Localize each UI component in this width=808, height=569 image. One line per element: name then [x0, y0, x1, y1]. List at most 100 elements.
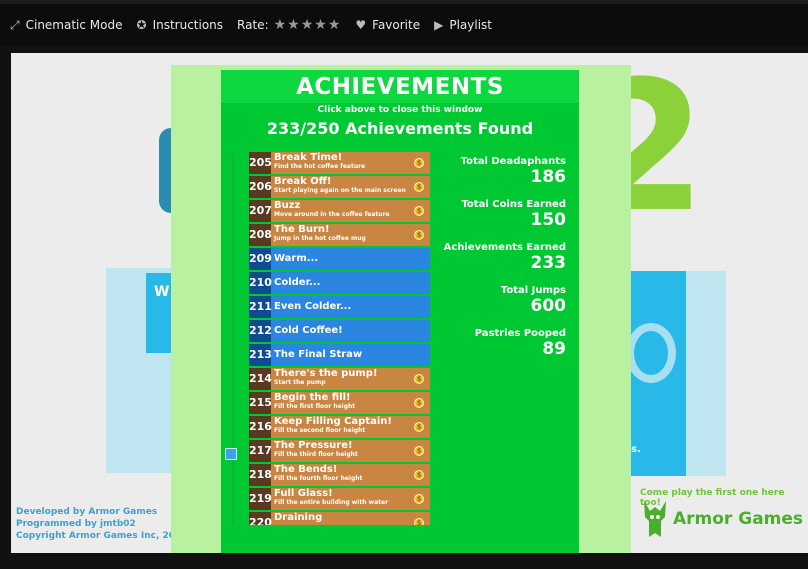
achievement-number: 210 [249, 272, 272, 294]
stat-value: 600 [530, 296, 567, 316]
rate-label: Rate: [237, 18, 269, 32]
playlist-button[interactable]: ▶ Playlist [434, 18, 492, 32]
achievement-number: 211 [249, 296, 272, 318]
achievement-text: The Pressure! Fill the third floor height [271, 440, 414, 462]
achievement-number: 215 [249, 392, 272, 414]
coin-icon: $ [414, 398, 424, 408]
stat-label: Total Jumps [500, 285, 566, 296]
coin-icon: $ [414, 158, 424, 168]
armor-games-icon [644, 501, 666, 537]
achievement-text: There's the pump! Start the pump [271, 368, 414, 390]
gamepad-icon: ✪ [136, 18, 147, 32]
play-icon: ▶ [434, 18, 444, 32]
achievement-description: Fill the first floor height [274, 403, 356, 410]
achievement-title: The Final Straw [274, 349, 363, 360]
achievement-row: 215 Begin the fill! Fill the first floor h… [249, 392, 430, 414]
achievement-text: Buzz Move around in the coffee feature [271, 200, 414, 222]
achievement-text: Break Off! Start playing again on the mai… [271, 176, 414, 198]
achievement-title: Break Time! [274, 152, 343, 163]
game-canvas[interactable]: 2 W ps. Developed by Armor Games Program… [11, 53, 808, 553]
achievement-title: Begin the fill! [274, 392, 351, 403]
credit-copyright: Copyright Armor Games Inc, 2010 [16, 531, 188, 541]
coin-icon: $ [414, 422, 424, 432]
background-left-panel-letter: W [154, 284, 170, 300]
achievement-title: Full Glass! [274, 488, 333, 499]
achievement-text: Full Glass! Fill the entire building with… [271, 488, 414, 510]
achievement-row: 212 Cold Coffee! [249, 320, 430, 342]
achievement-title: Keep Filling Captain! [274, 416, 392, 427]
stat-value: 186 [530, 167, 567, 187]
coin-icon: $ [414, 518, 424, 525]
coin-icon: $ [414, 470, 424, 480]
stat-value: 150 [530, 210, 567, 230]
achievement-title: The Pressure! [274, 440, 353, 451]
mug-icon [626, 323, 676, 383]
coin-icon: $ [414, 182, 424, 192]
achievement-text: Begin the fill! Fill the first floor heig… [271, 392, 414, 414]
achievement-title: There's the pump! [274, 368, 378, 379]
achievement-text: Draining [271, 512, 414, 525]
toolbar: ⤢ Cinematic Mode ✪ Instructions Rate: ★★… [0, 0, 808, 46]
close-hint: Click above to close this window [317, 105, 483, 115]
achievement-title: Cold Coffee! [274, 325, 343, 336]
achievement-number: 209 [249, 248, 272, 270]
achievement-title: The Burn! [274, 224, 330, 235]
favorite-button[interactable]: ♥ Favorite [355, 18, 420, 32]
coin-icon: $ [414, 374, 424, 384]
achievement-number: 205 [249, 152, 272, 174]
achievement-row: 209 Warm... [249, 248, 430, 270]
achievement-row: 217 The Pressure! Fill the third floor hei… [249, 440, 430, 462]
achievement-text: The Bends! Fill the fourth floor height [271, 464, 414, 486]
rating-stars[interactable]: ★★★★★ [274, 17, 342, 33]
achievement-title: Colder... [274, 277, 321, 288]
expand-icon: ⤢ [10, 17, 20, 32]
achievement-row: 206 Break Off! Start playing again on the … [249, 176, 430, 198]
achievement-number: 220 [249, 512, 272, 525]
stat-value: 233 [530, 253, 567, 273]
achievement-number: 217 [249, 440, 272, 462]
achievement-text: The Final Straw [271, 344, 430, 366]
achievements-title[interactable]: ACHIEVEMENTS [221, 70, 579, 103]
armor-games-label: Armor Games [673, 509, 804, 529]
achievements-found-count: 233/250 Achievements Found [266, 119, 534, 138]
achievements-window: ACHIEVEMENTS Click above to close this w… [221, 70, 579, 553]
achievement-text: The Burn! Jump in the hot coffee mug [271, 224, 414, 246]
achievement-row: 218 The Bends! Fill the fourth floor heigh… [249, 464, 430, 486]
rating: Rate: ★★★★★ [237, 17, 341, 33]
playlist-label: Playlist [449, 18, 492, 32]
stat-label: Achievements Earned [443, 242, 566, 253]
armor-games-logo[interactable]: Armor Games [641, 499, 803, 539]
achievement-text: Even Colder... [271, 296, 430, 318]
achievement-description: Jump in the hot coffee mug [274, 235, 366, 242]
achievement-description: Fill the fourth floor height [274, 475, 363, 482]
coin-icon: $ [414, 446, 424, 456]
achievement-row: 213 The Final Straw [249, 344, 430, 366]
achievement-title: Break Off! [274, 176, 332, 187]
achievement-row: 220 Draining $ [249, 512, 430, 525]
achievement-description: Start playing again on the main screen [274, 187, 406, 194]
instructions-button[interactable]: ✪ Instructions [137, 18, 224, 32]
achievement-description: Fill the entire building with water [274, 499, 389, 506]
achievement-title: Warm... [274, 253, 319, 264]
coin-icon: $ [414, 206, 424, 216]
stat-value: 89 [542, 339, 566, 359]
achievement-title: Buzz [274, 200, 301, 211]
instructions-label: Instructions [152, 18, 224, 32]
achievement-number: 206 [249, 176, 272, 198]
stat-label: Total Coins Earned [461, 199, 566, 210]
scrollbar-track[interactable] [232, 154, 234, 524]
achievement-row: 216 Keep Filling Captain! Fill the second … [249, 416, 430, 438]
achievement-number: 207 [249, 200, 272, 222]
credit-programmer: Programmed by jmtb02 [16, 519, 136, 529]
achievement-text: Colder... [271, 272, 430, 294]
achievement-row: 210 Colder... [249, 272, 430, 294]
achievement-text: Keep Filling Captain! Fill the second flo… [271, 416, 414, 438]
stat-label: Pastries Pooped [474, 328, 566, 339]
scrollbar-thumb[interactable] [225, 447, 237, 460]
achievement-description: Find the hot coffee feature [274, 163, 366, 170]
achievement-list: 205 Break Time! Find the hot coffee featur… [249, 152, 430, 525]
cinematic-mode-button[interactable]: ⤢ Cinematic Mode [10, 18, 123, 33]
achievement-row: 214 There's the pump! Start the pump $ [249, 368, 430, 390]
stats-panel: Total Deadaphants 186 Total Coins Earned 15… [426, 156, 566, 371]
coin-icon: $ [414, 230, 424, 240]
